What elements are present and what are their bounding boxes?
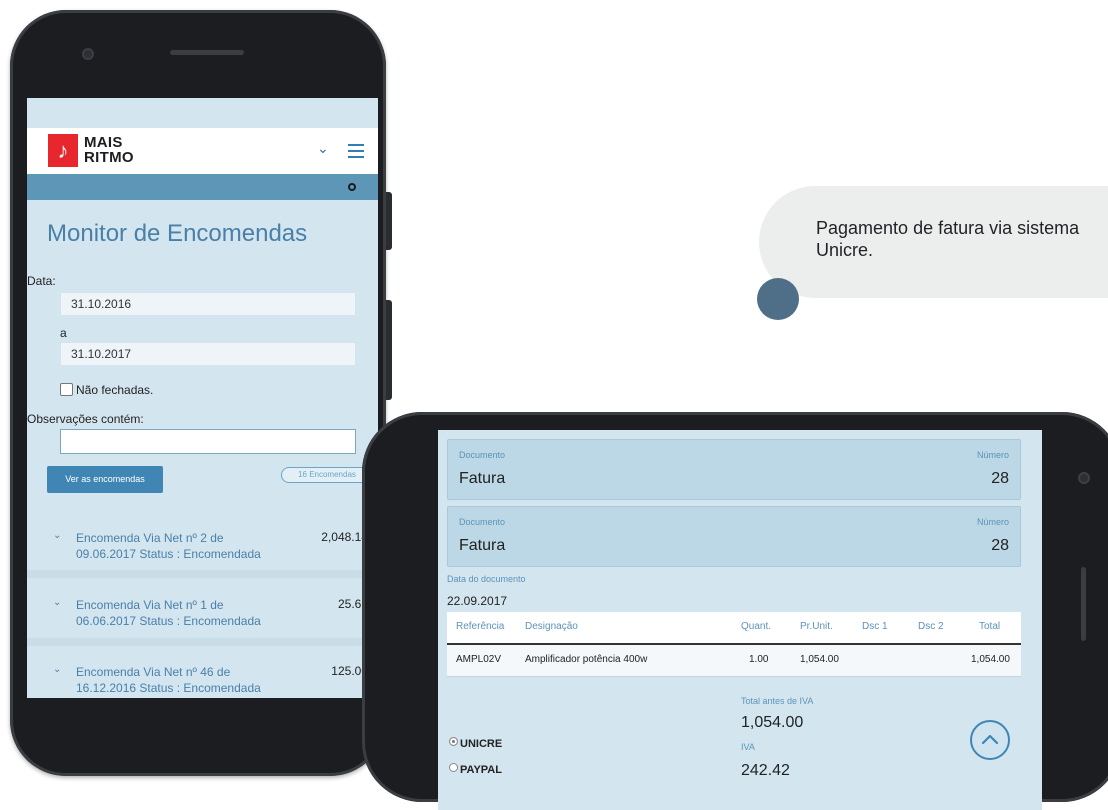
order-title: Encomenda Via Net nº 46 de [76,665,231,679]
chevron-down-icon[interactable]: ⌄ [53,597,61,608]
earpiece-speaker [1081,567,1086,641]
document-value: Fatura [459,470,506,487]
view-orders-button[interactable]: Ver as encomendas [47,466,163,493]
power-button [386,300,392,400]
nav-bar [27,174,378,200]
settings-icon[interactable] [348,183,356,191]
scroll-up-button[interactable] [970,720,1010,760]
app-header: ♪ MAIS RITMO ⌄ [27,128,378,174]
date-label: Data: [27,274,56,288]
cell-total: 1,054.00 [971,654,1010,665]
order-status: 06.06.2017 Status : Encomendada [76,614,261,628]
radio-selected-icon[interactable] [449,737,458,746]
phone-portrait: ♪ MAIS RITMO ⌄ Monitor de Encomendas Dat… [10,10,392,776]
front-camera [1078,472,1090,484]
document-card: Documento Fatura Número 28 [447,439,1021,500]
number-label: Número [976,517,1009,527]
total-before-vat: 1,054.00 [741,714,804,731]
order-status: 16.12.2016 Status : Encomendada [76,681,261,695]
checkbox-label: Não fechadas. [76,383,154,397]
date-from-field[interactable]: 31.10.2016 [60,292,356,316]
vat-value: 242.42 [741,762,790,779]
payment-option-label: UNICRE [460,738,503,750]
document-date-label: Data do documento [447,574,526,584]
chevron-down-icon[interactable]: ⌄ [53,530,61,541]
payment-option-paypal[interactable]: PAYPAL [449,763,502,776]
col-total: Total [979,621,1001,632]
cell-designation: Amplificador potência 400w [525,654,648,665]
col-unit-price: Pr.Unit. [800,621,833,632]
observations-input[interactable] [60,429,356,454]
document-label: Documento [459,450,506,460]
landscape-screen: Documento Fatura Número 28 Documento Fat… [438,430,1042,810]
portrait-screen: ♪ MAIS RITMO ⌄ Monitor de Encomendas Dat… [27,98,378,698]
order-status: 09.06.2017 Status : Encomendada [76,547,261,561]
number-value: 28 [991,470,1009,487]
callout-dot [757,278,799,320]
table-row: AMPL02V Amplificador potência 400w 1.00 … [447,645,1021,677]
observations-label: Observações contém: [27,412,144,426]
invoice-table: Referência Designação Quant. Pr.Unit. Ds… [447,612,1021,677]
logo-line-2: RITMO [84,149,134,166]
total-before-vat-label: Total antes de IVA [741,696,814,706]
document-value: Fatura [459,537,506,554]
chevron-down-icon[interactable]: ⌄ [317,140,329,157]
col-discount-1: Dsc 1 [862,621,888,632]
number-label: Número [976,450,1009,460]
divider [27,570,378,578]
callout-bubble: Pagamento de fatura via sistema Unicre. [759,186,1108,298]
order-title: Encomenda Via Net nº 2 de [76,531,224,545]
not-closed-checkbox[interactable]: Não fechadas. [60,383,153,397]
order-title: Encomenda Via Net nº 1 de [76,598,224,612]
col-quantity: Quant. [741,621,772,632]
document-label: Documento [459,517,506,527]
hamburger-menu-icon[interactable] [348,144,364,162]
cell-unit-price: 1,054.00 [800,654,839,665]
checkbox-icon[interactable] [60,383,73,396]
col-discount-2: Dsc 2 [918,621,944,632]
radio-icon[interactable] [449,763,458,772]
page-title: Monitor de Encomendas [47,220,308,247]
payment-option-label: PAYPAL [460,764,502,776]
range-word: a [60,326,67,340]
payment-option-unicre[interactable]: UNICRE [449,737,502,750]
document-date: 22.09.2017 [447,594,508,608]
col-designation: Designação [525,621,578,632]
cell-reference: AMPL02V [456,654,502,665]
table-header: Referência Designação Quant. Pr.Unit. Ds… [447,612,1021,645]
callout-text: Pagamento de fatura via sistema Unicre. [816,218,1080,260]
order-amount: 2,048.14 [321,530,368,544]
chevron-up-icon[interactable] [981,732,999,746]
document-card: Documento Fatura Número 28 [447,506,1021,567]
logo-text: MAIS RITMO [84,135,134,165]
divider [27,638,378,646]
vat-label: IVA [741,742,755,752]
number-value: 28 [991,537,1009,554]
volume-button [386,192,392,250]
col-reference: Referência [456,621,505,632]
earpiece-speaker [170,50,244,55]
cell-quantity: 1.00 [749,654,769,665]
date-to-field[interactable]: 31.10.2017 [60,342,356,366]
chevron-down-icon[interactable]: ⌄ [53,664,61,675]
orders-count-badge: 16 Encomendas [281,467,373,483]
logo-line-1: MAIS [84,134,123,151]
front-camera [82,48,94,60]
logo-icon: ♪ [48,134,78,167]
phone-landscape: Documento Fatura Número 28 Documento Fat… [362,412,1108,810]
